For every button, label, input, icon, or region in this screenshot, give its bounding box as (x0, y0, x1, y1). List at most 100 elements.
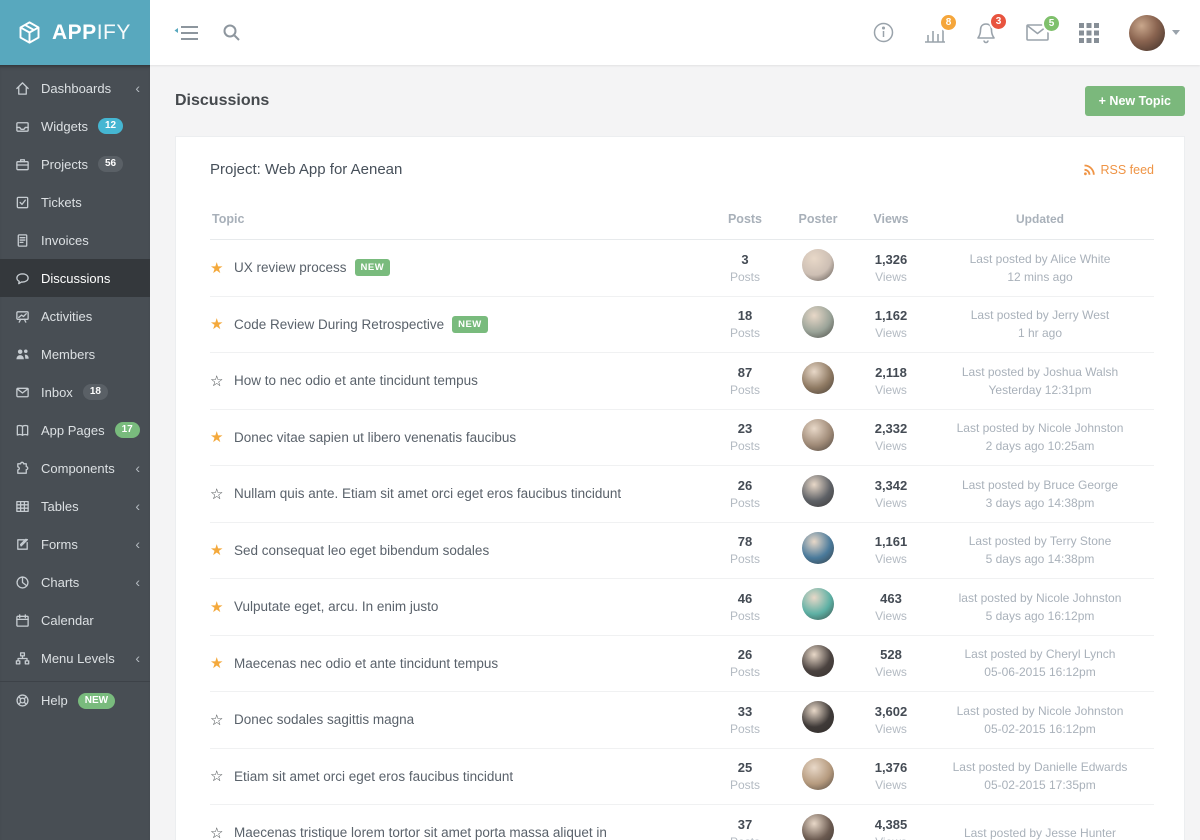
star-icon[interactable]: ★ (210, 259, 234, 277)
sidebar-item-components[interactable]: Components ‹ (0, 449, 150, 487)
topic-title[interactable]: Sed consequat leo eget bibendum sodales (234, 543, 489, 558)
topic-title[interactable]: Donec vitae sapien ut libero venenatis f… (234, 430, 516, 445)
topic-title[interactable]: Vulputate eget, arcu. In enim justo (234, 599, 438, 614)
star-icon[interactable]: ☆ (210, 711, 234, 729)
table-row[interactable]: ☆ Etiam sit amet orci eget eros faucibus… (210, 749, 1154, 806)
topic-title[interactable]: Donec sodales sagittis magna (234, 712, 414, 727)
views-label: Views (856, 270, 926, 284)
search-icon[interactable] (222, 23, 241, 42)
poster-avatar[interactable] (802, 419, 834, 451)
sidebar-item-activities[interactable]: Activities (0, 297, 150, 335)
updated-info: Last posted by Bruce George 3 days ago 1… (926, 476, 1154, 512)
new-topic-button[interactable]: + New Topic (1085, 86, 1185, 116)
poster-avatar[interactable] (802, 814, 834, 840)
stats-icon[interactable]: 8 (924, 23, 946, 43)
table-row[interactable]: ☆ Maecenas tristique lorem tortor sit am… (210, 805, 1154, 840)
views-count: 463 (856, 591, 926, 606)
user-avatar[interactable] (1129, 15, 1165, 51)
topic-title[interactable]: Etiam sit amet orci eget eros faucibus t… (234, 769, 513, 784)
poster-avatar[interactable] (802, 475, 834, 507)
star-icon[interactable]: ☆ (210, 824, 234, 840)
table-row[interactable]: ☆ Nullam quis ante. Etiam sit amet orci … (210, 466, 1154, 523)
messages-envelope-icon[interactable]: 5 (1026, 24, 1049, 41)
views-count: 1,376 (856, 760, 926, 775)
sidebar-item-projects[interactable]: Projects 56 (0, 145, 150, 183)
updated-time: 05-02-2015 16:12pm (926, 720, 1154, 738)
sidebar-item-invoices[interactable]: Invoices (0, 221, 150, 259)
sidebar-item-tables[interactable]: Tables ‹ (0, 487, 150, 525)
sidebar-item-forms[interactable]: Forms ‹ (0, 525, 150, 563)
star-icon[interactable]: ★ (210, 315, 234, 333)
poster-avatar[interactable] (802, 645, 834, 677)
star-icon[interactable]: ★ (210, 598, 234, 616)
updated-by: Last posted by Jerry West (926, 306, 1154, 324)
star-icon[interactable]: ☆ (210, 372, 234, 390)
star-icon[interactable]: ★ (210, 428, 234, 446)
star-icon[interactable]: ☆ (210, 767, 234, 785)
updated-info: Last posted by Jesse Hunter (926, 824, 1154, 840)
posts-label: Posts (710, 552, 780, 566)
table-row[interactable]: ☆ Donec sodales sagittis magna 33 Posts … (210, 692, 1154, 749)
poster-avatar[interactable] (802, 588, 834, 620)
posts-label: Posts (710, 835, 780, 840)
sidebar-item-menu-levels[interactable]: Menu Levels ‹ (0, 639, 150, 677)
table-row[interactable]: ☆ How to nec odio et ante tincidunt temp… (210, 353, 1154, 410)
top-header: APPIFY 8 (0, 0, 1200, 65)
star-icon[interactable]: ★ (210, 541, 234, 559)
chevron-left-icon: ‹ (135, 651, 140, 665)
topic-title[interactable]: Nullam quis ante. Etiam sit amet orci eg… (234, 486, 621, 501)
app-logo[interactable]: APPIFY (0, 0, 150, 65)
poster-avatar[interactable] (802, 532, 834, 564)
updated-time: 2 days ago 10:25am (926, 437, 1154, 455)
updated-by: last posted by Nicole Johnston (926, 589, 1154, 607)
apps-grid-icon[interactable] (1079, 23, 1099, 43)
sidebar-item-discussions[interactable]: Discussions (0, 259, 150, 297)
briefcase-icon (15, 157, 31, 172)
posts-count: 87 (710, 365, 780, 380)
table-row[interactable]: ★ Code Review During Retrospective NEW 1… (210, 297, 1154, 354)
table-row[interactable]: ★ Maecenas nec odio et ante tincidunt te… (210, 636, 1154, 693)
sidebar-toggle-icon[interactable] (174, 24, 200, 42)
sidebar-item-charts[interactable]: Charts ‹ (0, 563, 150, 601)
tickets-icon (15, 195, 31, 210)
topic-title[interactable]: How to nec odio et ante tincidunt tempus (234, 373, 478, 388)
sidebar-item-widgets[interactable]: Widgets 12 (0, 107, 150, 145)
topic-title[interactable]: Maecenas tristique lorem tortor sit amet… (234, 825, 607, 840)
table-row[interactable]: ★ Vulputate eget, arcu. In enim justo 46… (210, 579, 1154, 636)
charts-icon (15, 575, 31, 590)
views-count: 3,602 (856, 704, 926, 719)
poster-avatar[interactable] (802, 701, 834, 733)
topic-title[interactable]: UX review process (234, 260, 347, 275)
tables-icon (15, 499, 31, 514)
table-row[interactable]: ★ Donec vitae sapien ut libero venenatis… (210, 410, 1154, 467)
user-menu[interactable] (1129, 15, 1180, 51)
info-icon[interactable] (873, 22, 894, 43)
star-icon[interactable]: ★ (210, 654, 234, 672)
sidebar-item-app-pages[interactable]: App Pages 17 ‹ (0, 411, 150, 449)
poster-avatar[interactable] (802, 249, 834, 281)
sidebar-item-help[interactable]: Help NEW (0, 681, 150, 719)
poster-avatar[interactable] (802, 306, 834, 338)
members-icon (15, 347, 31, 362)
posts-count: 18 (710, 308, 780, 323)
sidebar-item-tickets[interactable]: Tickets (0, 183, 150, 221)
rss-feed-link[interactable]: RSS feed (1083, 163, 1154, 177)
topic-title[interactable]: Maecenas nec odio et ante tincidunt temp… (234, 656, 498, 671)
star-icon[interactable]: ☆ (210, 485, 234, 503)
sidebar-item-inbox[interactable]: Inbox 18 (0, 373, 150, 411)
updated-info: Last posted by Joshua Walsh Yesterday 12… (926, 363, 1154, 399)
updated-by: Last posted by Cheryl Lynch (926, 645, 1154, 663)
poster-avatar[interactable] (802, 758, 834, 790)
sidebar-item-dashboards[interactable]: Dashboards ‹ (0, 69, 150, 107)
sidebar-item-calendar[interactable]: Calendar (0, 601, 150, 639)
sidebar-item-members[interactable]: Members (0, 335, 150, 373)
updated-by: Last posted by Bruce George (926, 476, 1154, 494)
poster-avatar[interactable] (802, 362, 834, 394)
table-row[interactable]: ★ Sed consequat leo eget bibendum sodale… (210, 523, 1154, 580)
posts-label: Posts (710, 722, 780, 736)
updated-by: Last posted by Jesse Hunter (926, 824, 1154, 840)
table-row[interactable]: ★ UX review process NEW 3 Posts 1,326 Vi… (210, 240, 1154, 297)
notifications-bell-icon[interactable]: 3 (976, 22, 996, 44)
views-count: 3,342 (856, 478, 926, 493)
topic-title[interactable]: Code Review During Retrospective (234, 317, 444, 332)
